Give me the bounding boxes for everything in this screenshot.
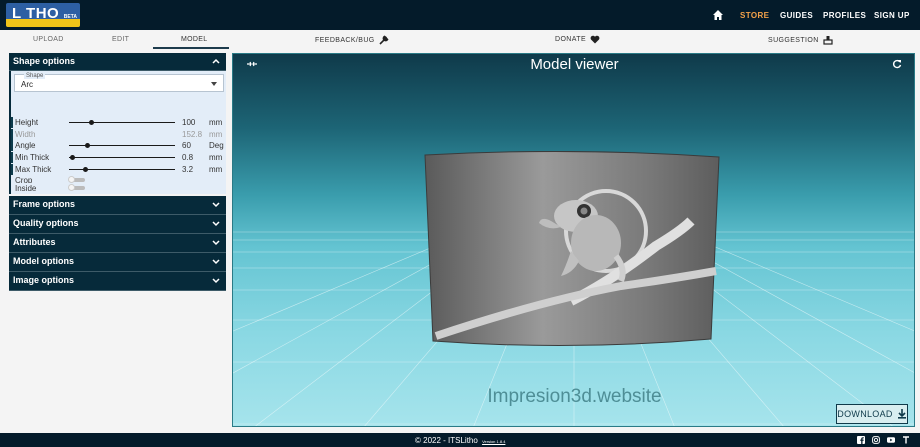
field-label: Angle <box>15 141 36 150</box>
suggestion-label: SUGGESTION <box>768 36 819 44</box>
field-value[interactable]: 0.8 <box>182 153 193 162</box>
version-link[interactable]: Version 1.8.4 <box>482 439 505 444</box>
nav-store-link[interactable]: STORE <box>740 0 769 30</box>
chevron-down-icon <box>212 221 220 227</box>
accordion-image-options[interactable]: Image options <box>9 272 226 291</box>
download-button[interactable]: DOWNLOAD <box>836 404 908 424</box>
tab-upload[interactable]: UPLOAD <box>33 36 64 43</box>
lithophane-model[interactable] <box>421 151 721 351</box>
field-row-angle: Angle 60 Deg <box>11 140 224 151</box>
max-thick-slider[interactable] <box>69 167 175 172</box>
field-label: Min Thick <box>15 153 50 162</box>
footer: © 2022 - ITSLitho Version 1.8.4 <box>0 433 920 447</box>
heart-icon <box>590 35 600 44</box>
viewer-title: Model viewer <box>530 56 619 73</box>
feedback-bug-link[interactable]: FEEDBACK/BUG <box>315 35 389 45</box>
tiktok-icon[interactable] <box>902 436 910 444</box>
caret-down-icon <box>211 82 217 86</box>
angle-slider[interactable] <box>69 143 175 148</box>
field-value: 152.8 <box>182 130 203 139</box>
active-tab-underline <box>153 47 229 49</box>
facebook-icon[interactable] <box>857 436 865 444</box>
nav-profiles-link[interactable]: PROFILES <box>823 0 866 30</box>
field-unit: mm <box>209 118 223 127</box>
crop-toggle[interactable] <box>68 176 85 183</box>
itslitho-logo[interactable]: L THO BETA <box>6 3 80 27</box>
inside-row-wrap: Inside <box>9 183 226 194</box>
tabs-bar: UPLOAD EDIT MODEL FEEDBACK/BUG DONATE SU… <box>0 30 920 50</box>
field-label: Width <box>15 130 36 139</box>
download-label: DOWNLOAD <box>837 409 893 419</box>
field-row-height: Height 100 mm <box>11 117 224 128</box>
feedback-bug-label: FEEDBACK/BUG <box>315 36 375 44</box>
chevron-up-icon <box>212 58 220 64</box>
field-unit: mm <box>209 165 223 174</box>
accordion-shape-options[interactable]: Shape options <box>9 53 226 71</box>
accordion-label: Quality options <box>13 218 79 228</box>
instagram-icon[interactable] <box>872 436 880 444</box>
field-row-min-thick: Min Thick 0.8 mm <box>11 152 224 163</box>
home-icon[interactable] <box>712 9 724 21</box>
copyright-text: © 2022 - ITSLitho <box>415 436 478 445</box>
nav-signup-link[interactable]: SIGN UP <box>874 0 910 30</box>
field-value[interactable]: 100 <box>182 118 195 127</box>
accordion-model-options[interactable]: Model options <box>9 253 226 272</box>
donate-link[interactable]: DONATE <box>555 35 600 44</box>
height-slider[interactable] <box>69 120 175 125</box>
youtube-icon[interactable] <box>887 436 895 444</box>
field-value[interactable]: 3.2 <box>182 165 193 174</box>
slider-handle[interactable] <box>70 155 75 160</box>
nav-guides-link[interactable]: GUIDES <box>780 0 813 30</box>
suggestion-link[interactable]: SUGGESTION <box>768 35 833 45</box>
shrink-icon[interactable] <box>247 60 257 68</box>
top-navbar: L THO BETA STORE GUIDES PROFILES SIGN UP <box>0 0 920 30</box>
toggle-row-inside: Inside <box>11 183 224 194</box>
chevron-down-icon <box>212 240 220 246</box>
toggle-label: Inside <box>15 184 37 193</box>
min-thick-slider[interactable] <box>69 155 175 160</box>
field-row-max-thick: Max Thick 3.2 mm <box>11 164 224 175</box>
field-unit: mm <box>209 153 223 162</box>
accordion-label: Image options <box>13 275 75 285</box>
donate-label: DONATE <box>555 36 587 43</box>
shape-select-label: Shape <box>24 73 46 79</box>
field-row-width: Width 152.8 mm <box>11 129 224 140</box>
slider-handle[interactable] <box>83 167 88 172</box>
shape-select[interactable]: Shape Arc <box>14 73 224 92</box>
accordion-attributes[interactable]: Attributes <box>9 234 226 253</box>
tab-edit[interactable]: EDIT <box>112 36 129 43</box>
suggestion-box-icon <box>823 36 833 45</box>
options-panel: Shape options Shape Arc Height 100 mm Wi… <box>9 53 226 291</box>
tab-model[interactable]: MODEL <box>181 36 207 43</box>
download-icon <box>897 409 906 419</box>
accordion-label: Model options <box>13 256 74 266</box>
field-value[interactable]: 60 <box>182 141 191 150</box>
watermark: Impresion3d.website <box>487 386 662 407</box>
accordion-label: Frame options <box>13 199 76 209</box>
chevron-down-icon <box>212 259 220 265</box>
field-label: Max Thick <box>15 165 52 174</box>
chevron-down-icon <box>212 278 220 284</box>
accordion-quality-options[interactable]: Quality options <box>9 215 226 234</box>
logo-text: L THO <box>12 5 60 22</box>
chevron-down-icon <box>212 202 220 208</box>
field-unit: mm <box>209 130 223 139</box>
inside-toggle[interactable] <box>68 184 85 191</box>
logo-beta-tag: BETA <box>63 14 77 20</box>
shape-options-body: Shape Arc Height 100 mm Width 152.8 mm A… <box>9 71 226 185</box>
shape-select-value: Arc <box>21 80 33 89</box>
wrench-icon <box>379 35 389 45</box>
field-label: Height <box>15 118 39 127</box>
accordion-frame-options[interactable]: Frame options <box>9 196 226 215</box>
accordion-shape-options-label: Shape options <box>13 56 76 66</box>
footer-copyright: © 2022 - ITSLitho Version 1.8.4 <box>415 436 505 445</box>
slider-handle[interactable] <box>89 120 94 125</box>
slider-handle[interactable] <box>85 143 90 148</box>
refresh-icon[interactable] <box>892 59 902 69</box>
field-unit: Deg <box>209 141 224 150</box>
model-viewer[interactable]: Model viewer Impresion3d.website DOWNLOA… <box>232 53 915 427</box>
accordion-label: Attributes <box>13 237 56 247</box>
